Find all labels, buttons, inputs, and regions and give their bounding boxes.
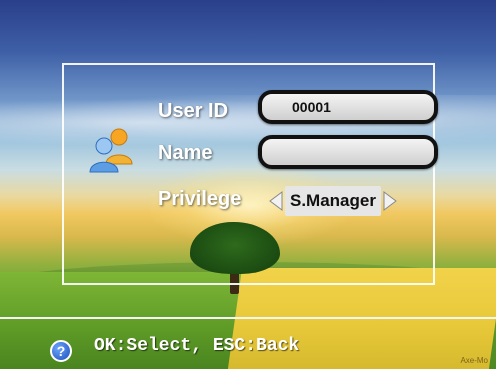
- name-label: Name: [158, 142, 213, 164]
- user-id-field[interactable]: 00001: [258, 90, 438, 124]
- arrow-right-icon[interactable]: [381, 188, 399, 214]
- user-id-value: 00001: [292, 99, 331, 115]
- users-icon: [86, 124, 138, 174]
- name-field[interactable]: [258, 135, 438, 169]
- arrow-left-icon[interactable]: [267, 188, 285, 214]
- footer-divider: [0, 317, 496, 319]
- user-edit-screen: User ID 00001 Name Privilege S.Manager ?…: [0, 0, 496, 369]
- privilege-selector[interactable]: S.Manager: [267, 186, 399, 216]
- user-id-label: User ID: [158, 100, 229, 122]
- watermark: Axe-Mo: [460, 356, 488, 365]
- help-icon[interactable]: ?: [50, 340, 72, 362]
- footer-hint: OK:Select, ESC:Back: [94, 336, 300, 356]
- privilege-label: Privilege: [158, 188, 242, 210]
- privilege-value: S.Manager: [285, 186, 381, 216]
